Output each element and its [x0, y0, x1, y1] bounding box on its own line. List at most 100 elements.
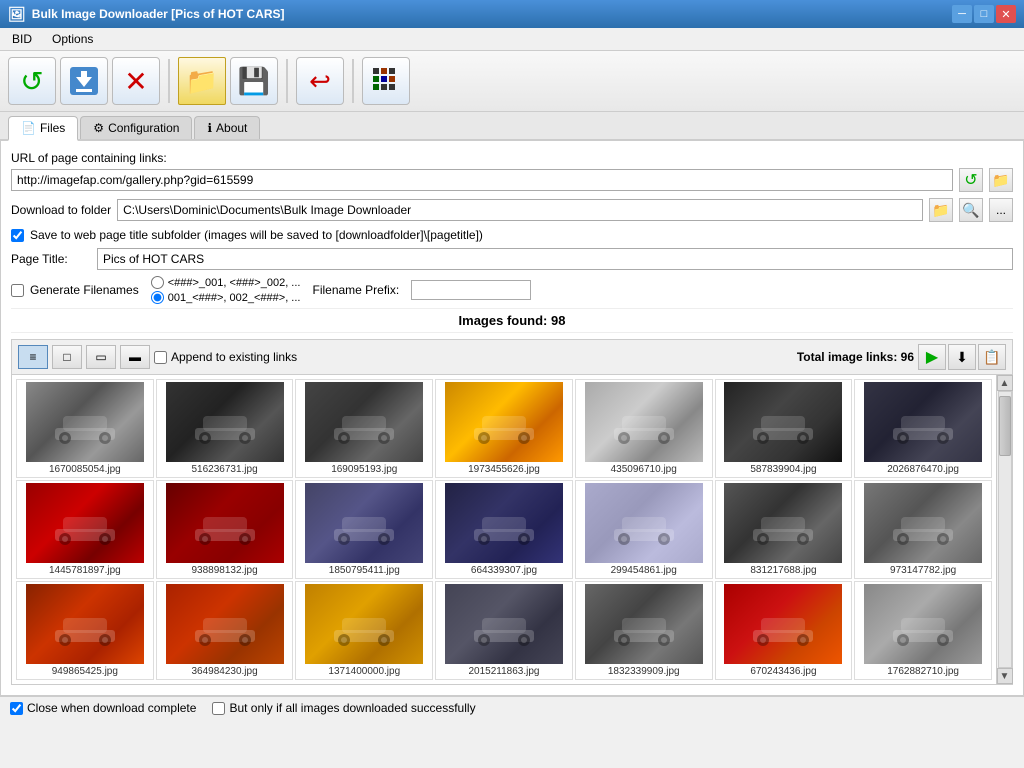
grid-button[interactable] [362, 57, 410, 105]
thumb-item[interactable]: 1973455626.jpg [435, 379, 573, 478]
menu-bid[interactable]: BID [4, 30, 40, 48]
thumb-controls: ≡ □ ▭ ▬ Append to existing links Total i… [11, 339, 1013, 375]
close-when-done-checkbox[interactable] [10, 702, 23, 715]
toolbar-separator-3 [352, 59, 354, 103]
title-bar: 🖼 Bulk Image Downloader [Pics of HOT CAR… [0, 0, 1024, 28]
only-if-all-checkbox[interactable] [212, 702, 225, 715]
radio-format-2-label: 001_<###>, 002_<###>, ... [168, 292, 301, 304]
thumb-label: 1850795411.jpg [329, 565, 400, 576]
folder-input[interactable] [117, 199, 923, 221]
subfolder-row: Save to web page title subfolder (images… [11, 228, 1013, 242]
thumb-item[interactable]: 670243436.jpg [715, 581, 853, 680]
thumb-label: 1371400000.jpg [328, 666, 400, 677]
open-folder-button[interactable]: 📁 [178, 57, 226, 105]
prefix-input[interactable] [411, 280, 531, 300]
download-button[interactable] [60, 57, 108, 105]
view-list-button[interactable]: ≡ [18, 345, 48, 369]
tab-files[interactable]: 📄 Files [8, 116, 78, 141]
thumb-item[interactable]: 169095193.jpg [295, 379, 433, 478]
thumb-item[interactable]: 516236731.jpg [156, 379, 294, 478]
only-if-all-label: But only if all images downloaded succes… [229, 701, 475, 715]
thumb-label: 516236731.jpg [191, 464, 257, 475]
url-folder-button[interactable]: 📁 [989, 168, 1013, 192]
gen-check-wrapper: Generate Filenames [11, 283, 139, 297]
thumb-image [445, 483, 563, 563]
url-refresh-button[interactable]: ↺ [959, 168, 983, 192]
thumb-item[interactable]: 973147782.jpg [854, 480, 992, 579]
append-label: Append to existing links [171, 350, 297, 364]
subfolder-checkbox[interactable] [11, 229, 24, 242]
refresh-button[interactable]: ↺ [8, 57, 56, 105]
thumb-image [585, 483, 703, 563]
thumb-label: 670243436.jpg [750, 666, 816, 677]
radio-format-1[interactable] [151, 276, 164, 289]
thumb-item[interactable]: 435096710.jpg [575, 379, 713, 478]
thumb-item[interactable]: 1670085054.jpg [16, 379, 154, 478]
folder-browse-button[interactable]: 📁 [929, 198, 953, 222]
radio-option-1: <###>_001, <###>_002, ... [151, 276, 301, 289]
view-small-button[interactable]: □ [52, 345, 82, 369]
toolbar: ↺ ✕ 📁 💾 ↩ [0, 51, 1024, 112]
page-title-row: Page Title: [11, 248, 1013, 270]
about-tab-label: About [216, 121, 247, 135]
thumb-label: 1445781897.jpg [49, 565, 121, 576]
thumb-item[interactable]: 1762882710.jpg [854, 581, 992, 680]
tab-about[interactable]: ℹ About [194, 116, 260, 139]
title-bar-buttons: ─ □ ✕ [952, 5, 1016, 23]
only-if-all-wrapper: But only if all images downloaded succes… [212, 701, 475, 715]
thumb-label: 831217688.jpg [750, 565, 816, 576]
thumb-item[interactable]: 938898132.jpg [156, 480, 294, 579]
scroll-down[interactable]: ▼ [997, 668, 1013, 684]
config-tab-label: Configuration [108, 121, 179, 135]
play-button[interactable]: ▶ [918, 344, 946, 370]
folder-action-button[interactable]: 🔍 [959, 198, 983, 222]
append-checkbox[interactable] [154, 351, 167, 364]
tab-configuration[interactable]: ⚙ Configuration [80, 116, 192, 139]
folder-more-button[interactable]: ... [989, 198, 1013, 222]
bottom-bar: Close when download complete But only if… [0, 696, 1024, 719]
close-button[interactable]: ✕ [996, 5, 1016, 23]
scroll-up[interactable]: ▲ [997, 375, 1013, 391]
url-label: URL of page containing links: [11, 151, 1013, 165]
thumb-item[interactable]: 2026876470.jpg [854, 379, 992, 478]
thumb-item[interactable]: 1832339909.jpg [575, 581, 713, 680]
thumb-image [26, 584, 144, 664]
radio-format-2[interactable] [151, 291, 164, 304]
thumb-image [166, 382, 284, 462]
thumb-item[interactable]: 1371400000.jpg [295, 581, 433, 680]
thumb-grid: 1670085054.jpg 516236731.jpg 169095193.j… [12, 375, 996, 684]
thumb-item[interactable]: 299454861.jpg [575, 480, 713, 579]
thumb-item[interactable]: 1445781897.jpg [16, 480, 154, 579]
links-count-label: Total image links: 96 [797, 350, 914, 364]
copy-button[interactable]: 📋 [978, 344, 1006, 370]
page-title-input[interactable] [97, 248, 1013, 270]
save-button[interactable]: 💾 [230, 57, 278, 105]
scroll-thumb[interactable] [999, 396, 1011, 456]
thumb-item[interactable]: 587839904.jpg [715, 379, 853, 478]
toolbar-separator-1 [168, 59, 170, 103]
thumb-item[interactable]: 831217688.jpg [715, 480, 853, 579]
thumb-image [445, 382, 563, 462]
view-large-button[interactable]: ▬ [120, 345, 150, 369]
thumb-item[interactable]: 364984230.jpg [156, 581, 294, 680]
menu-options[interactable]: Options [44, 30, 101, 48]
thumb-item[interactable]: 949865425.jpg [16, 581, 154, 680]
thumb-label: 299454861.jpg [611, 565, 677, 576]
minimize-button[interactable]: ─ [952, 5, 972, 23]
folder-row: Download to folder 📁 🔍 ... [11, 198, 1013, 222]
view-medium-button[interactable]: ▭ [86, 345, 116, 369]
thumb-item[interactable]: 1850795411.jpg [295, 480, 433, 579]
thumb-item[interactable]: 2015211863.jpg [435, 581, 573, 680]
generate-filenames-checkbox[interactable] [11, 284, 24, 297]
close-when-done-label: Close when download complete [27, 701, 196, 715]
thumb-label: 949865425.jpg [52, 666, 118, 677]
maximize-button[interactable]: □ [974, 5, 994, 23]
thumb-label: 169095193.jpg [331, 464, 397, 475]
undo-button[interactable]: ↩ [296, 57, 344, 105]
thumb-item[interactable]: 664339307.jpg [435, 480, 573, 579]
cancel-button[interactable]: ✕ [112, 57, 160, 105]
url-input[interactable] [11, 169, 953, 191]
download-all-button[interactable]: ⬇ [948, 344, 976, 370]
thumb-image [305, 483, 423, 563]
main-content: URL of page containing links: ↺ 📁 Downlo… [0, 141, 1024, 696]
